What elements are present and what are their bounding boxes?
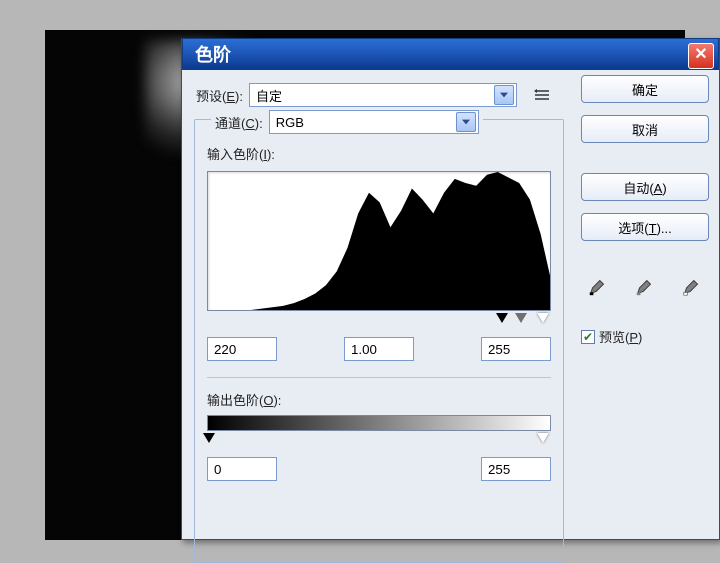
histogram (207, 171, 551, 311)
eyedropper-white-icon[interactable] (679, 271, 705, 297)
chevron-down-icon (456, 112, 476, 132)
divider (207, 377, 551, 378)
preset-menu-icon[interactable] (533, 87, 551, 103)
channel-label: 通道(C): (215, 113, 263, 132)
output-values-row (207, 457, 551, 481)
checkmark-icon: ✔ (583, 331, 593, 343)
preset-dropdown[interactable]: 自定 (249, 83, 517, 107)
output-shadow-field[interactable] (207, 457, 277, 481)
input-highlight-slider[interactable] (537, 313, 549, 323)
preview-row: ✔ 预览(P) (581, 327, 709, 346)
levels-dialog: 色阶 ✕ 预设(E): 自定 通道(C): (181, 38, 720, 540)
preview-checkbox[interactable]: ✔ (581, 330, 595, 344)
histogram-chart (208, 172, 550, 310)
output-slider-track[interactable] (207, 433, 551, 447)
input-gamma-field[interactable] (344, 337, 414, 361)
channel-legend: 通道(C): RGB (211, 110, 483, 134)
cancel-button[interactable]: 取消 (581, 115, 709, 143)
dialog-body: 预设(E): 自定 通道(C): RGB (182, 71, 719, 539)
input-midtone-slider[interactable] (515, 313, 527, 323)
output-levels-label: 输出色阶(O): (207, 390, 551, 409)
output-gradient (207, 415, 551, 431)
input-values-row (207, 337, 551, 361)
output-highlight-slider[interactable] (537, 433, 549, 443)
output-shadow-slider[interactable] (203, 433, 215, 443)
auto-button[interactable]: 自动(A) (581, 173, 709, 201)
preview-label: 预览(P) (599, 327, 642, 346)
input-levels-label: 输入色阶(I): (207, 144, 551, 163)
channel-dropdown[interactable]: RGB (269, 110, 479, 134)
preset-label: 预设(E): (196, 86, 243, 105)
close-icon: ✕ (694, 46, 707, 63)
input-highlight-field[interactable] (481, 337, 551, 361)
preset-value: 自定 (256, 86, 494, 105)
output-highlight-field[interactable] (481, 457, 551, 481)
dialog-title: 色阶 (195, 41, 231, 67)
input-slider-track[interactable] (207, 313, 551, 327)
levels-group: 通道(C): RGB 输入色阶(I): (194, 119, 564, 563)
channel-value: RGB (276, 115, 456, 130)
eyedropper-black-icon[interactable] (585, 271, 611, 297)
close-button[interactable]: ✕ (688, 43, 714, 69)
eyedropper-gray-icon[interactable] (632, 271, 658, 297)
input-shadow-field[interactable] (207, 337, 277, 361)
ok-button[interactable]: 确定 (581, 75, 709, 103)
input-shadow-slider[interactable] (496, 313, 508, 323)
titlebar[interactable]: 色阶 ✕ (182, 38, 719, 70)
chevron-down-icon (494, 85, 514, 105)
eyedropper-row (581, 271, 709, 297)
right-column: 确定 取消 自动(A) 选项(T)... (581, 75, 709, 346)
options-button[interactable]: 选项(T)... (581, 213, 709, 241)
